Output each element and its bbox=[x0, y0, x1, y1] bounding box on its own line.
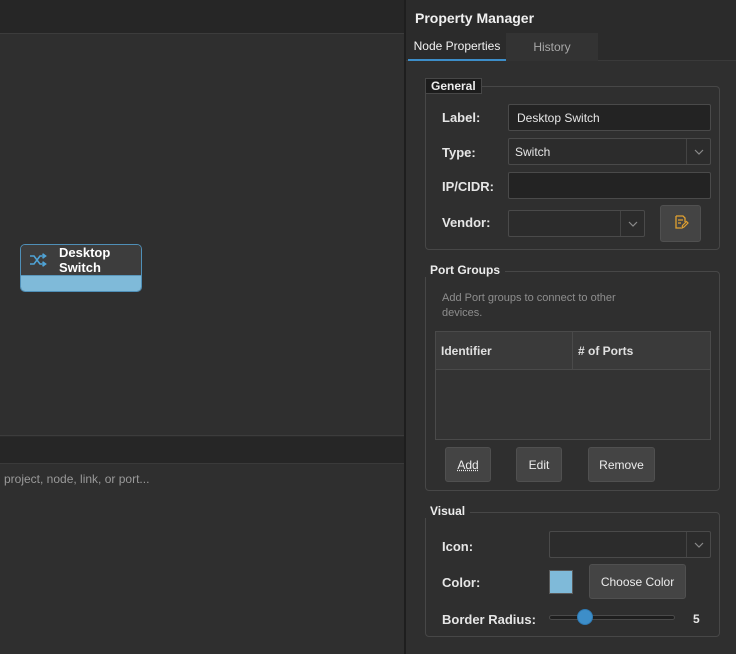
type-select-value: Switch bbox=[515, 144, 551, 159]
search-pane bbox=[0, 464, 404, 654]
color-field-label: Color: bbox=[442, 575, 481, 590]
ip-cidr-input[interactable] bbox=[508, 172, 711, 199]
port-groups-hint: Add Port groups to connect to other devi… bbox=[442, 292, 616, 319]
chevron-down-icon bbox=[686, 532, 710, 557]
border-radius-slider-track[interactable] bbox=[549, 615, 675, 620]
visual-group: Visual Icon: Color: Choose Color Border … bbox=[425, 504, 720, 637]
network-canvas[interactable]: Desktop Switch bbox=[0, 33, 404, 436]
port-groups-title: Port Groups bbox=[425, 263, 506, 277]
shuffle-icon bbox=[29, 253, 47, 267]
add-port-group-button[interactable]: Add bbox=[445, 447, 491, 482]
general-group-title: General bbox=[425, 78, 482, 94]
panel-title: Property Manager bbox=[415, 10, 535, 26]
property-manager-panel: Property Manager Node Properties History… bbox=[406, 0, 736, 654]
vendor-edit-button[interactable] bbox=[660, 205, 701, 242]
node-color-bar bbox=[21, 275, 141, 291]
label-field-label: Label: bbox=[442, 110, 481, 125]
column-header-ports[interactable]: # of Ports bbox=[573, 332, 710, 369]
table-header: Identifier # of Ports bbox=[436, 332, 710, 370]
label-input[interactable]: Desktop Switch bbox=[508, 104, 711, 131]
column-header-identifier[interactable]: Identifier bbox=[436, 332, 573, 369]
vendor-field-label: Vendor: bbox=[442, 215, 491, 230]
tab-content: General Label: Desktop Switch Type: Swit… bbox=[406, 61, 736, 654]
network-node[interactable]: Desktop Switch bbox=[20, 244, 142, 292]
icon-field-label: Icon: bbox=[442, 539, 474, 554]
ip-cidr-field-label: IP/CIDR: bbox=[442, 179, 494, 194]
type-select[interactable]: Switch bbox=[508, 138, 711, 165]
remove-port-group-button[interactable]: Remove bbox=[588, 447, 655, 482]
tab-history[interactable]: History bbox=[506, 33, 598, 61]
node-title: Desktop Switch bbox=[59, 245, 111, 275]
icon-select[interactable] bbox=[549, 531, 711, 558]
edit-port-group-button[interactable]: Edit bbox=[516, 447, 562, 482]
visual-group-title: Visual bbox=[425, 504, 471, 518]
general-group: General Label: Desktop Switch Type: Swit… bbox=[425, 78, 720, 250]
border-radius-slider-handle[interactable] bbox=[576, 609, 593, 625]
tab-node-properties[interactable]: Node Properties bbox=[408, 33, 506, 61]
canvas-toolbar-strip bbox=[0, 0, 404, 33]
border-radius-field-label: Border Radius: bbox=[442, 612, 536, 627]
tab-bar: Node Properties History bbox=[406, 33, 736, 61]
choose-color-button[interactable]: Choose Color bbox=[589, 564, 686, 599]
chevron-down-icon bbox=[686, 139, 710, 164]
search-input[interactable] bbox=[0, 464, 404, 494]
color-swatch[interactable] bbox=[549, 570, 573, 594]
search-pane-header bbox=[0, 437, 404, 464]
node-header: Desktop Switch bbox=[21, 245, 141, 275]
note-edit-icon bbox=[673, 214, 689, 233]
border-radius-value: 5 bbox=[693, 612, 700, 626]
port-groups-table[interactable]: Identifier # of Ports bbox=[435, 331, 711, 440]
port-groups-group: Port Groups Add Port groups to connect t… bbox=[425, 263, 720, 491]
vendor-select[interactable] bbox=[508, 210, 645, 237]
chevron-down-icon bbox=[620, 211, 644, 236]
type-field-label: Type: bbox=[442, 145, 476, 160]
